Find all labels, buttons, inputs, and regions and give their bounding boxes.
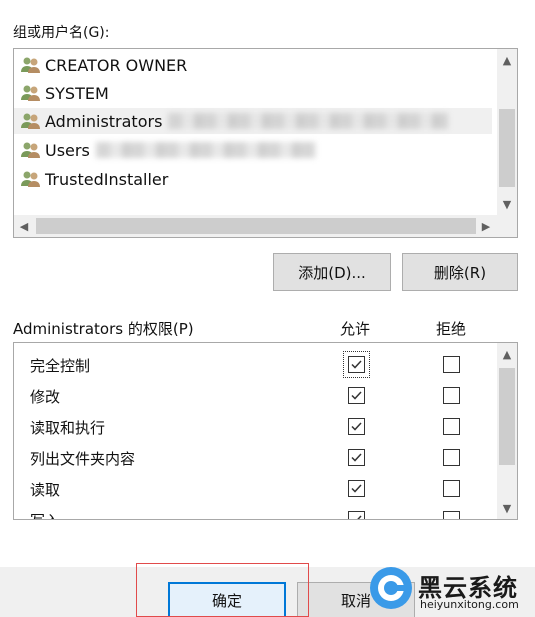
permission-name: 列出文件夹内容 (30, 450, 136, 468)
permission-row: 读取 (14, 473, 494, 504)
watermark-logo-icon (370, 567, 412, 609)
highlight-box (136, 563, 309, 617)
deny-checkbox[interactable] (443, 511, 460, 519)
users-group-icon (21, 85, 40, 101)
deny-checkbox[interactable] (443, 356, 460, 373)
watermark-url: heiyunxitong.com (420, 598, 519, 611)
allow-checkbox[interactable] (348, 387, 365, 404)
deny-column-header: 拒绝 (436, 320, 467, 338)
permissions-title: Administrators 的权限(P) (13, 320, 194, 338)
scroll-left-icon[interactable]: ◀ (14, 215, 34, 237)
permission-row: 完全控制 (14, 349, 494, 380)
deny-checkbox[interactable] (443, 418, 460, 435)
permission-name: 读取和执行 (30, 419, 106, 437)
group-name: CREATOR OWNER (45, 55, 188, 75)
users-group-icon (21, 57, 40, 73)
scroll-up-icon[interactable]: ▲ (497, 49, 517, 71)
users-group-icon (21, 171, 40, 187)
deny-checkbox[interactable] (443, 387, 460, 404)
permission-row: 写入 (14, 504, 494, 519)
permission-row: 修改 (14, 380, 494, 411)
list-item[interactable]: CREATOR OWNER (20, 52, 187, 78)
horizontal-scrollbar[interactable]: ◀ ▶ (14, 215, 517, 237)
scroll-down-icon[interactable]: ▼ (497, 497, 517, 519)
allow-checkbox[interactable] (348, 418, 365, 435)
group-name: SYSTEM (45, 83, 109, 103)
allow-checkbox[interactable] (348, 356, 365, 373)
group-user-list[interactable]: CREATOR OWNER SYSTEM Administrators User… (13, 48, 518, 238)
vertical-scrollbar[interactable]: ▲ ▼ (497, 343, 517, 519)
group-name: Administrators (45, 111, 163, 131)
vertical-scrollbar[interactable]: ▲ ▼ (497, 49, 517, 215)
permissions-list[interactable]: 完全控制修改读取和执行列出文件夹内容读取写入 ▲ ▼ (13, 342, 518, 520)
allow-column-header: 允许 (340, 320, 371, 338)
permission-name: 完全控制 (30, 357, 91, 375)
blurred-text (95, 142, 316, 158)
list-item[interactable]: TrustedInstaller (20, 166, 168, 192)
add-button[interactable]: 添加(D)... (273, 253, 391, 291)
permission-name: 修改 (30, 388, 61, 406)
remove-button[interactable]: 删除(R) (402, 253, 518, 291)
deny-checkbox[interactable] (443, 449, 460, 466)
scrollbar-thumb[interactable] (499, 109, 515, 187)
scroll-down-icon[interactable]: ▼ (497, 193, 517, 215)
permission-row: 列出文件夹内容 (14, 442, 494, 473)
users-group-icon (21, 142, 40, 158)
permission-row: 读取和执行 (14, 411, 494, 442)
list-item[interactable]: SYSTEM (20, 80, 109, 106)
group-name: Users (45, 140, 90, 160)
deny-checkbox[interactable] (443, 480, 460, 497)
allow-checkbox[interactable] (348, 480, 365, 497)
scrollbar-thumb[interactable] (499, 368, 515, 465)
allow-checkbox[interactable] (348, 449, 365, 466)
group-name: TrustedInstaller (45, 169, 169, 189)
scroll-right-icon[interactable]: ▶ (476, 215, 496, 237)
scrollbar-thumb[interactable] (36, 218, 476, 234)
list-item[interactable]: Users (20, 137, 316, 163)
users-group-icon (21, 113, 40, 129)
blurred-text (168, 113, 449, 129)
groups-label: 组或用户名(G): (13, 25, 110, 41)
permission-name: 写入 (30, 510, 60, 519)
list-item-selected[interactable]: Administrators (14, 108, 492, 134)
allow-checkbox[interactable] (348, 511, 365, 519)
permission-name: 读取 (30, 481, 61, 499)
scroll-up-icon[interactable]: ▲ (497, 343, 517, 365)
